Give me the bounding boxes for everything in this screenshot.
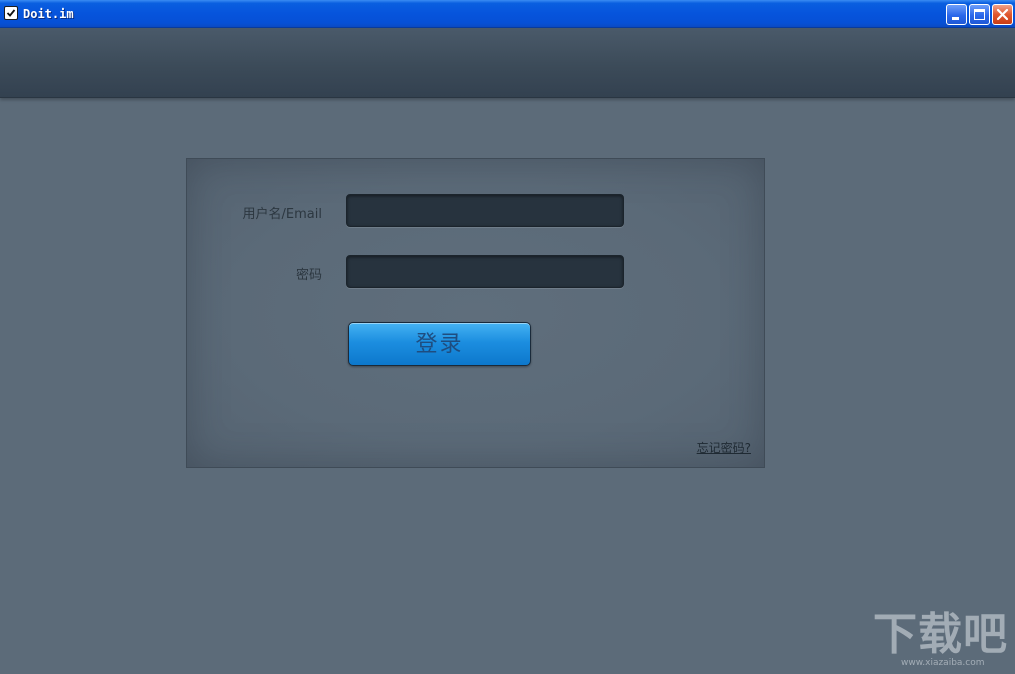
close-button[interactable] (992, 4, 1013, 25)
username-input[interactable] (346, 194, 624, 227)
app-window: Doit.im 用户名/Email 密码 登录 忘记密码? 下载吧 www.xi… (0, 0, 1015, 674)
password-input[interactable] (346, 255, 624, 288)
username-label: 用户名/Email (242, 207, 322, 222)
checkbox-icon (4, 6, 18, 20)
title-bar[interactable]: Doit.im (0, 0, 1015, 28)
login-button[interactable]: 登录 (348, 322, 531, 366)
watermark-logo: 下载吧 www.xiazaiba.com (873, 610, 1009, 670)
header-band (0, 28, 1015, 98)
maximize-icon (974, 9, 985, 20)
watermark-url: www.xiazaiba.com (901, 658, 985, 668)
maximize-button[interactable] (969, 4, 990, 25)
window-title: Doit.im (23, 7, 74, 21)
minimize-icon (952, 17, 959, 20)
forgot-password-link[interactable]: 忘记密码? (697, 439, 751, 456)
login-panel: 用户名/Email 密码 登录 忘记密码? (186, 158, 765, 468)
watermark-text: 下载吧 (873, 609, 1008, 660)
close-icon (996, 8, 1009, 21)
password-label: 密码 (295, 268, 322, 283)
minimize-button[interactable] (946, 4, 967, 25)
